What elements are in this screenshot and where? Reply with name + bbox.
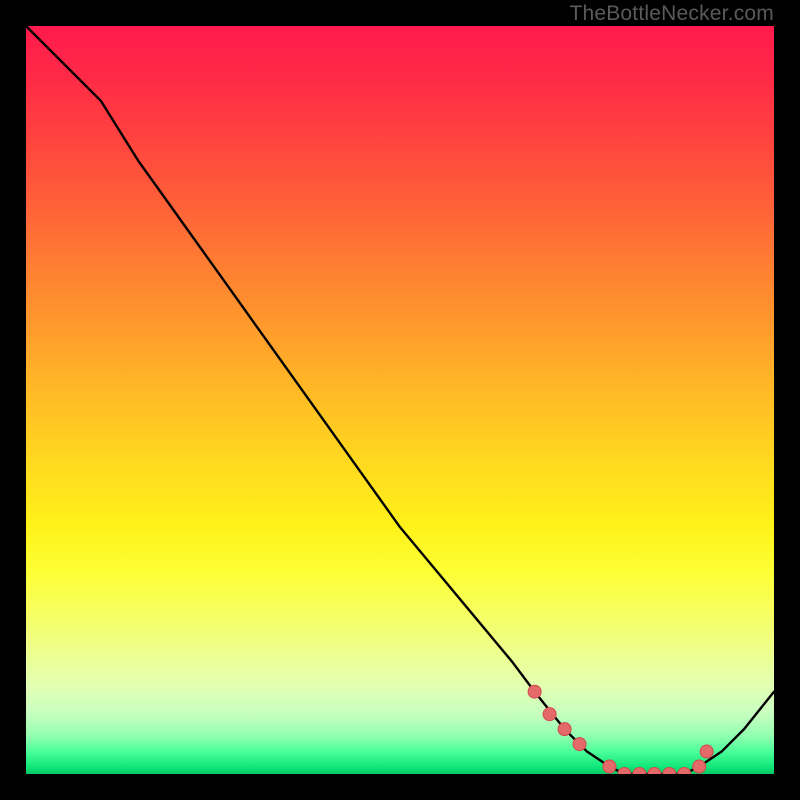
curve-marker	[648, 768, 661, 775]
curve-marker	[543, 708, 556, 721]
curve-marker	[678, 768, 691, 775]
plot-area	[26, 26, 774, 774]
curve-marker	[633, 768, 646, 775]
curve-marker	[528, 685, 541, 698]
attribution-label: TheBottleNecker.com	[569, 2, 774, 26]
curve-marker	[603, 760, 616, 773]
chart-frame: TheBottleNecker.com	[0, 0, 800, 800]
curve-marker	[618, 768, 631, 775]
bottleneck-curve	[26, 26, 774, 774]
curve-marker	[663, 768, 676, 775]
curve-marker	[558, 723, 571, 736]
curve-marker	[700, 745, 713, 758]
curve-marker	[693, 760, 706, 773]
curve-marker	[573, 738, 586, 751]
